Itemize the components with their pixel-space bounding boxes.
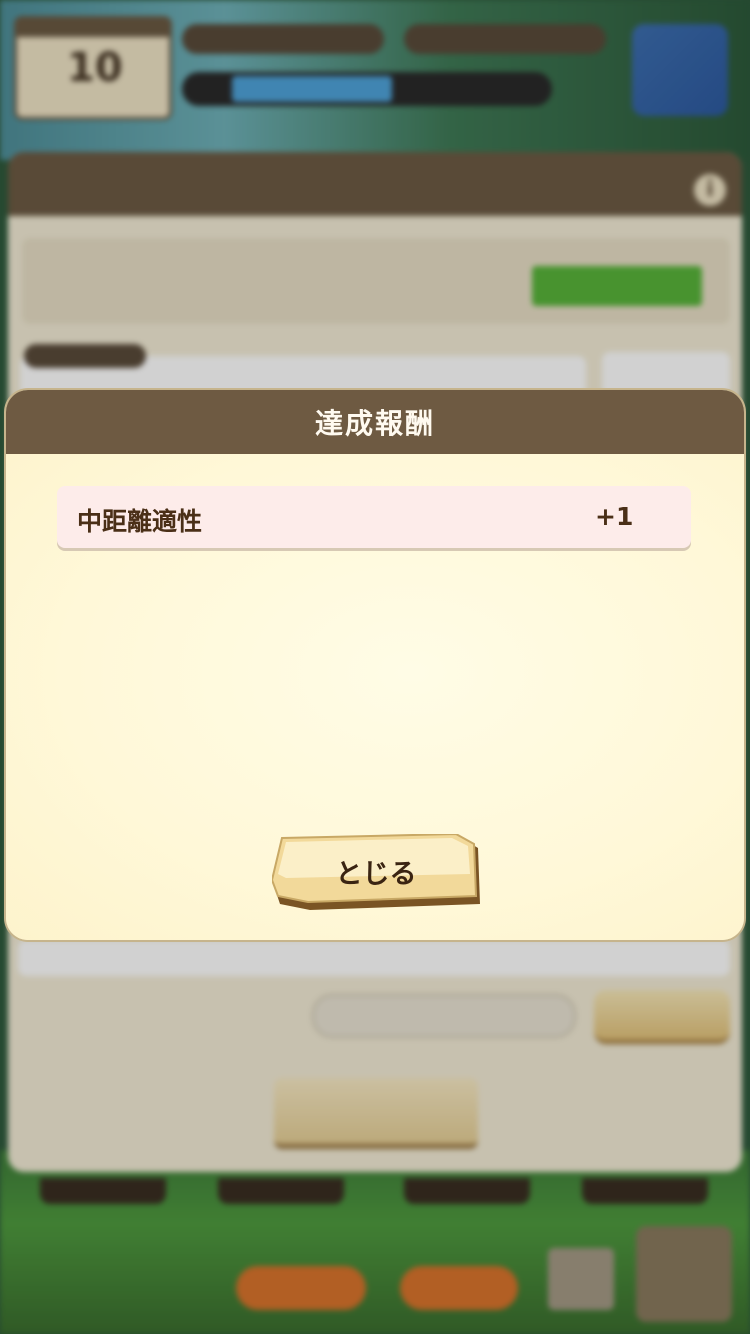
- close-button-label: とじる: [335, 859, 417, 890]
- reward-modal: 達成報酬 中距離適性 +1 とじる: [6, 390, 744, 940]
- close-button[interactable]: とじる: [272, 834, 480, 910]
- reward-row: 中距離適性 +1: [57, 486, 691, 548]
- reward-value: +1: [595, 502, 634, 531]
- reward-name: 中距離適性: [77, 507, 203, 536]
- modal-body: 中距離適性 +1 とじる: [6, 454, 744, 940]
- modal-title: 達成報酬: [6, 390, 744, 454]
